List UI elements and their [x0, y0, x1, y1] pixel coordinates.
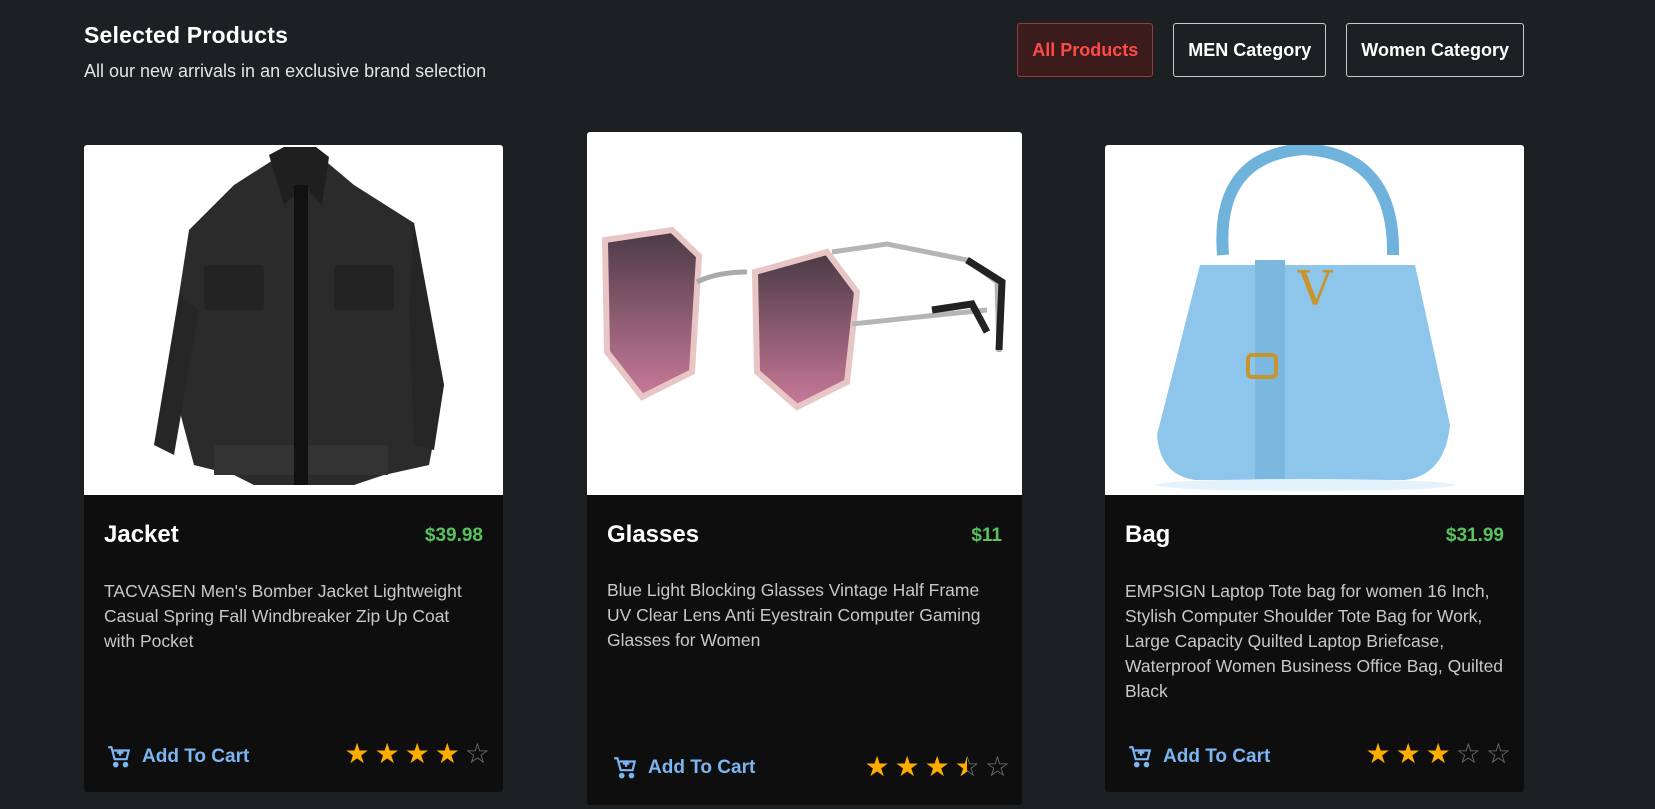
star-full-icon: ★: [1365, 738, 1391, 769]
add-to-cart-label: Add To Cart: [648, 757, 756, 778]
star-empty-icon: ☆: [1455, 738, 1481, 769]
star-rating: ★★★☆☆: [864, 751, 1010, 782]
product-price: $31.99: [1445, 525, 1504, 546]
product-price: $11: [971, 525, 1002, 546]
product-title: Glasses: [607, 521, 700, 548]
star-full-icon: ★: [404, 738, 430, 769]
star-empty-icon: ☆: [984, 751, 1010, 782]
product-image-glasses: [587, 132, 1022, 495]
cart-plus-icon: [108, 746, 131, 768]
star-full-icon: ★: [864, 751, 890, 782]
add-to-cart-button[interactable]: Add To Cart: [106, 744, 249, 770]
product-description: TACVASEN Men's Bomber Jacket Lightweight…: [104, 581, 462, 651]
filter-women-category-button[interactable]: Women Category: [1346, 23, 1524, 77]
cart-plus-icon: [1129, 746, 1152, 768]
star-full-icon: ★: [434, 738, 460, 769]
star-full-icon: ★: [894, 751, 920, 782]
star-full-icon: ★: [374, 738, 400, 769]
add-to-cart-button[interactable]: Add To Cart: [1127, 744, 1270, 770]
star-full-icon: ★: [924, 751, 950, 782]
product-card-jacket: Jacket $39.98 TACVASEN Men's Bomber Jack…: [84, 145, 503, 792]
category-filters: All Products MEN Category Women Category: [1017, 23, 1524, 77]
product-description: Blue Light Blocking Glasses Vintage Half…: [607, 580, 981, 650]
product-description: EMPSIGN Laptop Tote bag for women 16 Inc…: [1125, 581, 1504, 701]
add-to-cart-label: Add To Cart: [142, 746, 250, 767]
add-to-cart-button[interactable]: Add To Cart: [612, 755, 755, 781]
filter-men-category-button[interactable]: MEN Category: [1173, 23, 1327, 77]
product-card-glasses: Glasses $11 Blue Light Blocking Glasses …: [587, 132, 1022, 805]
product-image-bag: V: [1105, 145, 1524, 495]
cart-plus-icon: [614, 757, 637, 779]
star-half-icon: ☆: [955, 753, 980, 782]
star-full-icon: ★: [1425, 738, 1451, 769]
product-title: Jacket: [104, 521, 179, 548]
page-subtitle: All our new arrivals in an exclusive bra…: [84, 61, 487, 81]
star-full-icon: ★: [1395, 738, 1421, 769]
page-header: Selected Products All our new arrivals i…: [84, 22, 486, 82]
product-image-jacket: [84, 145, 503, 495]
svg-text:V: V: [1297, 261, 1334, 317]
filter-all-products-button[interactable]: All Products: [1017, 23, 1154, 77]
star-empty-icon: ☆: [464, 738, 490, 769]
star-rating: ★★★☆☆: [1365, 740, 1511, 768]
add-to-cart-label: Add To Cart: [1163, 746, 1271, 767]
star-empty-icon: ☆: [1485, 738, 1511, 769]
product-card-bag: V Bag $31.99 EMPSIGN Laptop Tote bag for…: [1105, 145, 1524, 792]
page-title: Selected Products: [84, 22, 289, 48]
star-full-icon: ★: [344, 738, 370, 769]
product-title: Bag: [1125, 521, 1171, 548]
star-rating: ★ ★ ★ ★ ☆: [344, 740, 490, 768]
product-price: $39.98: [424, 525, 483, 546]
